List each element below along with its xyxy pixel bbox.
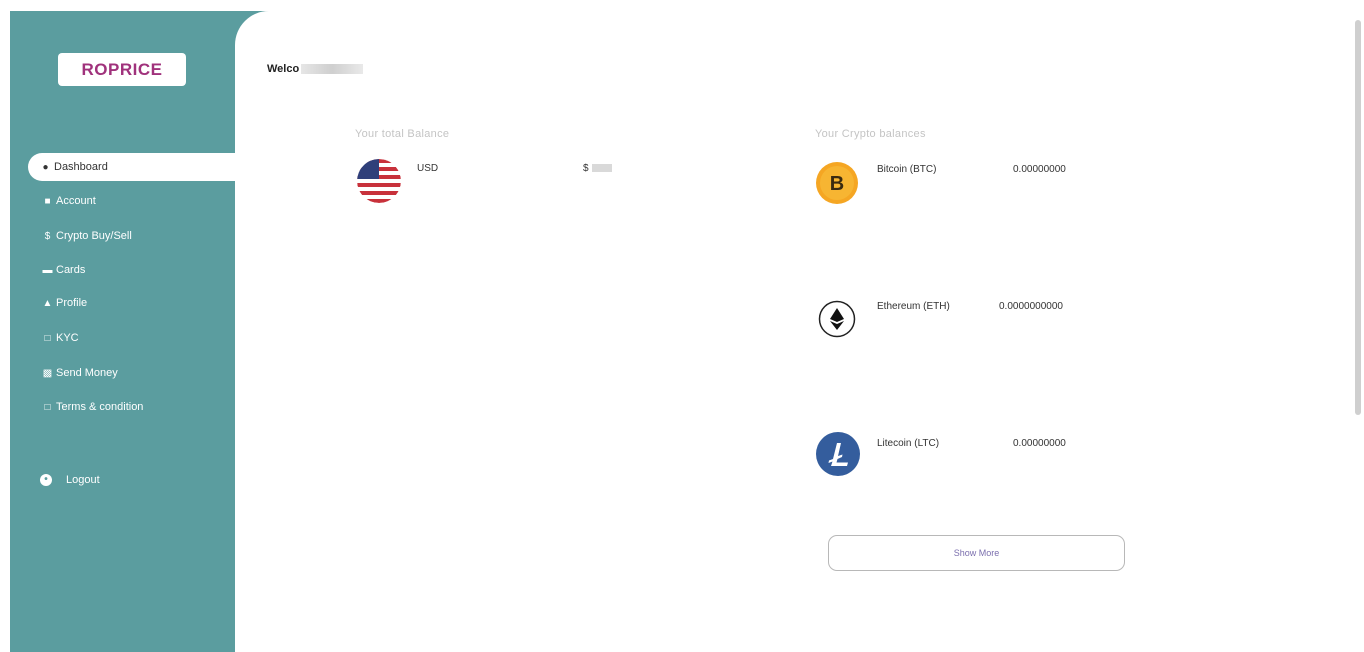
crypto-balances-title: Your Crypto balances — [815, 128, 926, 140]
sidebar-item-kyc[interactable]: □ KYC — [30, 324, 235, 352]
brand-logo[interactable]: ROPRICE — [58, 53, 186, 86]
currency-label: USD — [417, 163, 439, 174]
svg-text:B: B — [830, 173, 844, 195]
us-flag-icon — [357, 159, 401, 203]
logout-label: Logout — [66, 474, 100, 486]
coin-name: Ethereum (ETH) — [877, 301, 950, 312]
redacted-username — [301, 64, 364, 74]
sidebar-item-crypto-buy-sell[interactable]: $ Crypto Buy/Sell — [30, 222, 235, 250]
sidebar-item-label: Profile — [56, 297, 88, 309]
coin-name: Litecoin (LTC) — [877, 438, 940, 449]
bank-icon: ■ — [44, 195, 51, 207]
welcome-label: Welco — [267, 63, 300, 75]
show-more-button[interactable]: Show More — [828, 535, 1125, 571]
sidebar-item-label: Cards — [56, 264, 86, 276]
bitcoin-icon: B — [816, 162, 858, 204]
sidebar-item-terms[interactable]: □ Terms & condition — [30, 393, 235, 421]
coin-name: Bitcoin (BTC) — [877, 164, 937, 175]
sidebar-item-cards[interactable]: ▬ Cards — [30, 256, 235, 284]
power-icon: • — [40, 474, 52, 486]
welcome-text: Welco — [267, 63, 364, 75]
card-icon: ▬ — [42, 264, 53, 276]
coin-value: 0.0000000000 — [999, 301, 1063, 312]
amount-prefix: $ — [583, 163, 589, 174]
sidebar-item-account[interactable]: ■ Account — [30, 187, 235, 215]
sidebar-item-label: Dashboard — [54, 161, 108, 173]
sidebar-item-label: Terms & condition — [56, 401, 144, 413]
dashboard-icon: ● — [42, 161, 49, 173]
coin-value: 0.00000000 — [1013, 164, 1066, 175]
sidebar-item-profile[interactable]: ▲ Profile — [30, 289, 235, 317]
app-frame: ROPRICE ● Dashboard ■ Account $ Crypto B… — [0, 0, 1364, 652]
sidebar-item-send-money[interactable]: ▩ Send Money — [30, 359, 235, 387]
sidebar-item-label: Send Money — [56, 367, 118, 379]
page-scrollbar[interactable] — [1355, 20, 1361, 415]
total-balance-title: Your total Balance — [355, 128, 450, 140]
sidebar-item-label: KYC — [56, 332, 79, 344]
money-icon: ▩ — [42, 367, 53, 379]
litecoin-icon — [816, 432, 860, 476]
logout-button[interactable]: • Logout — [40, 474, 100, 486]
dollar-icon: $ — [44, 230, 51, 242]
ethereum-icon — [818, 300, 856, 338]
sidebar-item-dashboard[interactable]: ● Dashboard — [28, 153, 235, 181]
sidebar-item-label: Account — [56, 195, 96, 207]
main-panel — [235, 11, 1350, 652]
user-icon: ▲ — [42, 297, 53, 309]
sidebar-item-label: Crypto Buy/Sell — [56, 230, 132, 242]
usd-amount: $ — [583, 163, 612, 174]
redacted-amount — [591, 164, 612, 173]
coin-value: 0.00000000 — [1013, 438, 1066, 449]
document-icon: □ — [44, 401, 51, 413]
document-icon: □ — [44, 332, 51, 344]
